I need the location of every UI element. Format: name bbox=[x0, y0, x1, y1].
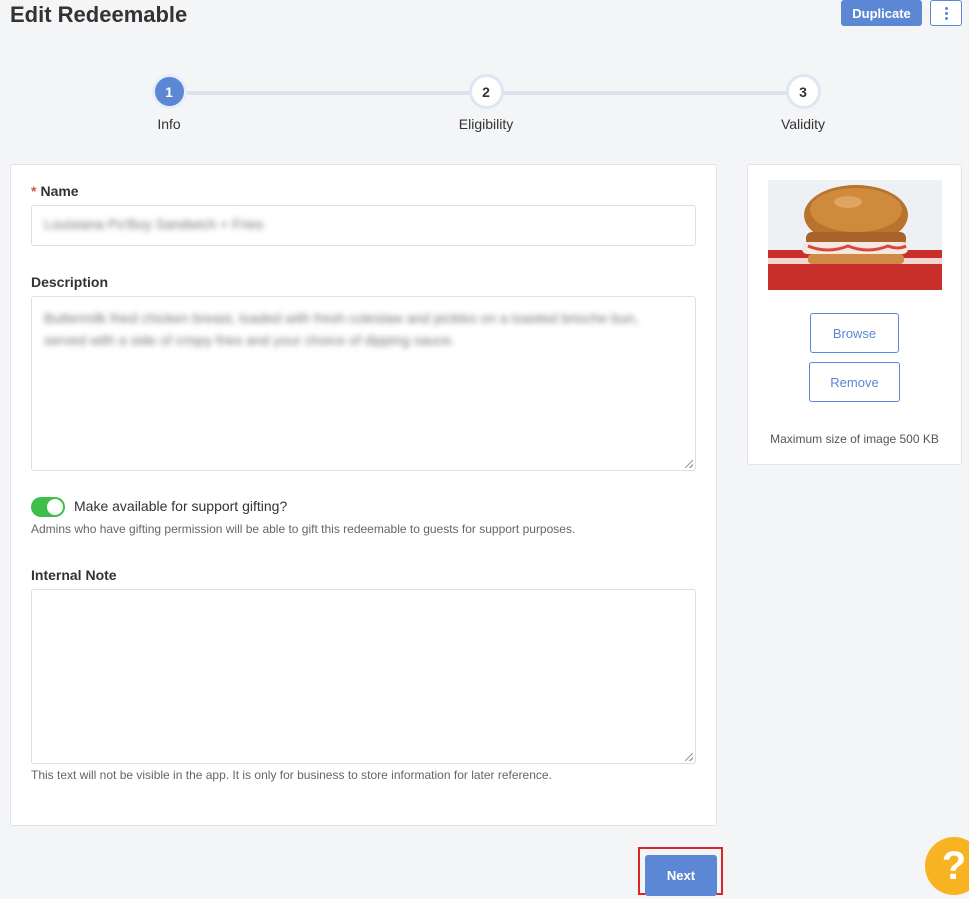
step-validity[interactable]: 3 Validity bbox=[743, 74, 863, 132]
image-upload-card: Browse Remove Maximum size of image 500 … bbox=[747, 164, 962, 465]
duplicate-button[interactable]: Duplicate bbox=[841, 0, 922, 26]
step-label: Info bbox=[157, 116, 181, 132]
description-value: Buttermilk fried chicken breast, loaded … bbox=[44, 310, 639, 348]
browse-button[interactable]: Browse bbox=[810, 313, 899, 353]
internal-note-textarea[interactable] bbox=[31, 589, 696, 764]
toggle-knob bbox=[47, 499, 63, 515]
more-options-button[interactable] bbox=[930, 0, 962, 26]
page-title: Edit Redeemable bbox=[10, 2, 188, 27]
name-input[interactable]: Louisiana Po'Boy Sandwich + Fries bbox=[31, 205, 696, 246]
redeemable-image bbox=[768, 180, 942, 290]
step-eligibility[interactable]: 2 Eligibility bbox=[426, 74, 546, 132]
required-marker: * bbox=[31, 183, 37, 199]
name-label: * Name bbox=[31, 183, 79, 199]
next-button[interactable]: Next bbox=[645, 855, 717, 896]
resize-grip-icon[interactable] bbox=[685, 460, 693, 468]
description-textarea[interactable]: Buttermilk fried chicken breast, loaded … bbox=[31, 296, 696, 471]
support-gifting-toggle[interactable] bbox=[31, 497, 65, 517]
support-gifting-help: Admins who have gifting permission will … bbox=[31, 522, 576, 536]
info-form-card: * Name Louisiana Po'Boy Sandwich + Fries … bbox=[10, 164, 717, 826]
internal-note-help: This text will not be visible in the app… bbox=[31, 768, 552, 782]
more-vertical-icon bbox=[944, 6, 948, 20]
remove-button[interactable]: Remove bbox=[809, 362, 900, 402]
step-info[interactable]: 1 Info bbox=[109, 74, 229, 132]
internal-note-label: Internal Note bbox=[31, 567, 117, 583]
resize-grip-icon[interactable] bbox=[685, 753, 693, 761]
max-image-size-text: Maximum size of image 500 KB bbox=[770, 432, 939, 446]
description-label: Description bbox=[31, 274, 109, 290]
support-gifting-label: Make available for support gifting? bbox=[74, 498, 288, 514]
help-button[interactable]: ? bbox=[925, 837, 969, 895]
step-number: 1 bbox=[151, 74, 187, 109]
step-number: 3 bbox=[785, 74, 821, 109]
name-value: Louisiana Po'Boy Sandwich + Fries bbox=[44, 216, 264, 232]
step-number: 2 bbox=[468, 74, 504, 109]
question-mark-icon: ? bbox=[941, 843, 967, 888]
step-label: Validity bbox=[780, 116, 826, 132]
burger-image bbox=[768, 180, 942, 290]
step-label: Eligibility bbox=[458, 116, 514, 132]
